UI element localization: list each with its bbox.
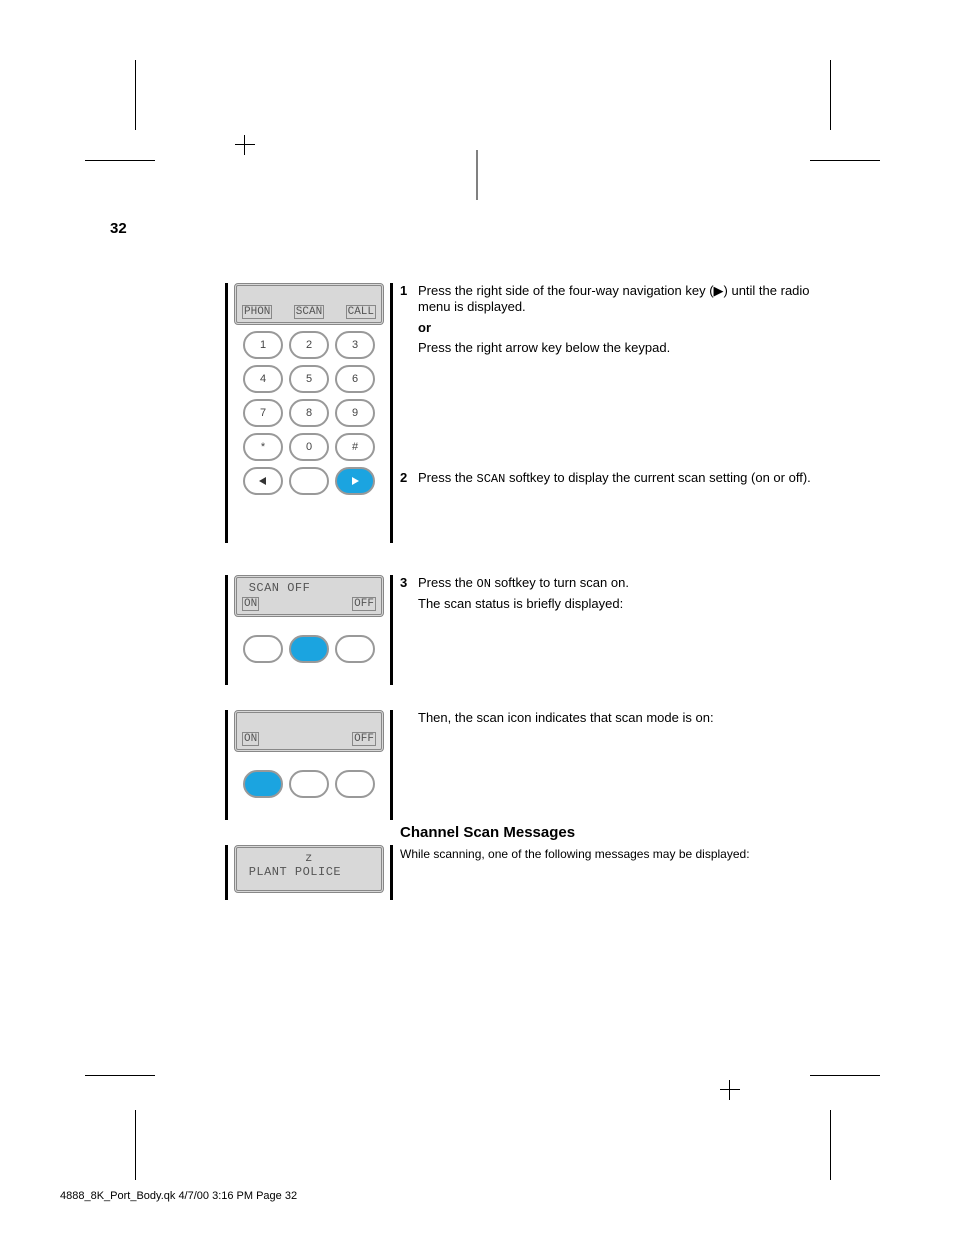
panel-plant-police: z PLANT POLICE — [234, 845, 384, 893]
step-3c-text: The scan status is briefly displayed: — [418, 596, 839, 612]
lcd2-soft-off: OFF — [352, 597, 376, 611]
key-7[interactable]: 7 — [243, 399, 283, 427]
lcd-2-line1: SCAN OFF — [241, 581, 377, 595]
separator-2 — [225, 575, 228, 685]
text-block-3: Then, the scan icon indicates that scan … — [400, 710, 839, 868]
footer-filename: 4888_8K_Port_Body.qk 4/7/00 3:16 PM Page… — [60, 1190, 297, 1202]
key-5[interactable]: 5 — [289, 365, 329, 393]
lcd2-soft-on: ON — [242, 597, 259, 611]
softbtn-b[interactable] — [289, 635, 329, 663]
softkey-call: CALL — [346, 305, 376, 319]
softkey-phon: PHON — [242, 305, 272, 319]
separator-4b — [390, 845, 393, 900]
key-8[interactable]: 8 — [289, 399, 329, 427]
lcd4-line2: PLANT POLICE — [241, 865, 377, 879]
step-3-text: Press the ON softkey to turn scan on. — [418, 575, 839, 592]
key-9[interactable]: 9 — [335, 399, 375, 427]
key-2[interactable]: 2 — [289, 331, 329, 359]
text-block-2: 3 Press the ON softkey to turn scan on. … — [400, 575, 839, 616]
softbtn-on[interactable] — [243, 770, 283, 798]
step-3-num: 3 — [400, 575, 418, 592]
softbtn-mid[interactable] — [289, 770, 329, 798]
key-home[interactable] — [289, 467, 329, 495]
key-right-arrow[interactable] — [335, 467, 375, 495]
lcd-3: ON OFF — [234, 710, 384, 752]
text-block-1: 1 Press the right side of the four-way n… — [400, 283, 839, 491]
step-1-text: Press the right side of the four-way nav… — [418, 283, 839, 316]
lcd-2: SCAN OFF ON OFF — [234, 575, 384, 617]
separator-2b — [390, 575, 393, 685]
step-2-text: Press the SCAN softkey to display the cu… — [418, 470, 839, 487]
lcd-4: z PLANT POLICE — [234, 845, 384, 893]
softbtn-off[interactable] — [335, 770, 375, 798]
heading-channel-scan: Channel Scan Messages — [400, 824, 839, 843]
separator-3 — [225, 710, 228, 820]
softkey-scan: SCAN — [294, 305, 324, 319]
lcd4-icon: z — [241, 851, 377, 865]
key-hash[interactable]: # — [335, 433, 375, 461]
or-label: or — [418, 320, 839, 336]
top-center-tick — [477, 150, 478, 200]
separator-4 — [225, 845, 228, 900]
key-3[interactable]: 3 — [335, 331, 375, 359]
scan-messages-caption: While scanning, one of the following mes… — [400, 847, 839, 862]
separator-3b — [390, 710, 393, 820]
step-2-num: 2 — [400, 470, 418, 487]
separator-1 — [225, 283, 228, 543]
scan-icon-caption: Then, the scan icon indicates that scan … — [418, 710, 839, 726]
page-number: 32 — [110, 220, 127, 237]
key-4[interactable]: 4 — [243, 365, 283, 393]
key-star[interactable]: * — [243, 433, 283, 461]
key-0[interactable]: 0 — [289, 433, 329, 461]
lcd3-soft-on: ON — [242, 732, 259, 746]
panel-scan-off: SCAN OFF ON OFF — [234, 575, 384, 663]
lcd3-soft-off: OFF — [352, 732, 376, 746]
key-left-arrow[interactable] — [243, 467, 283, 495]
panel-keypad: PHON SCAN CALL 1 2 3 4 5 6 7 8 9 * 0 # — [234, 283, 384, 495]
key-1[interactable]: 1 — [243, 331, 283, 359]
lcd-1: PHON SCAN CALL — [234, 283, 384, 325]
step-1-num: 1 — [400, 283, 418, 316]
key-6[interactable]: 6 — [335, 365, 375, 393]
softbtn-c[interactable] — [335, 635, 375, 663]
separator-1b — [390, 283, 393, 543]
step-1b-text: Press the right arrow key below the keyp… — [418, 340, 839, 356]
softbtn-a[interactable] — [243, 635, 283, 663]
panel-on-off: ON OFF — [234, 710, 384, 798]
